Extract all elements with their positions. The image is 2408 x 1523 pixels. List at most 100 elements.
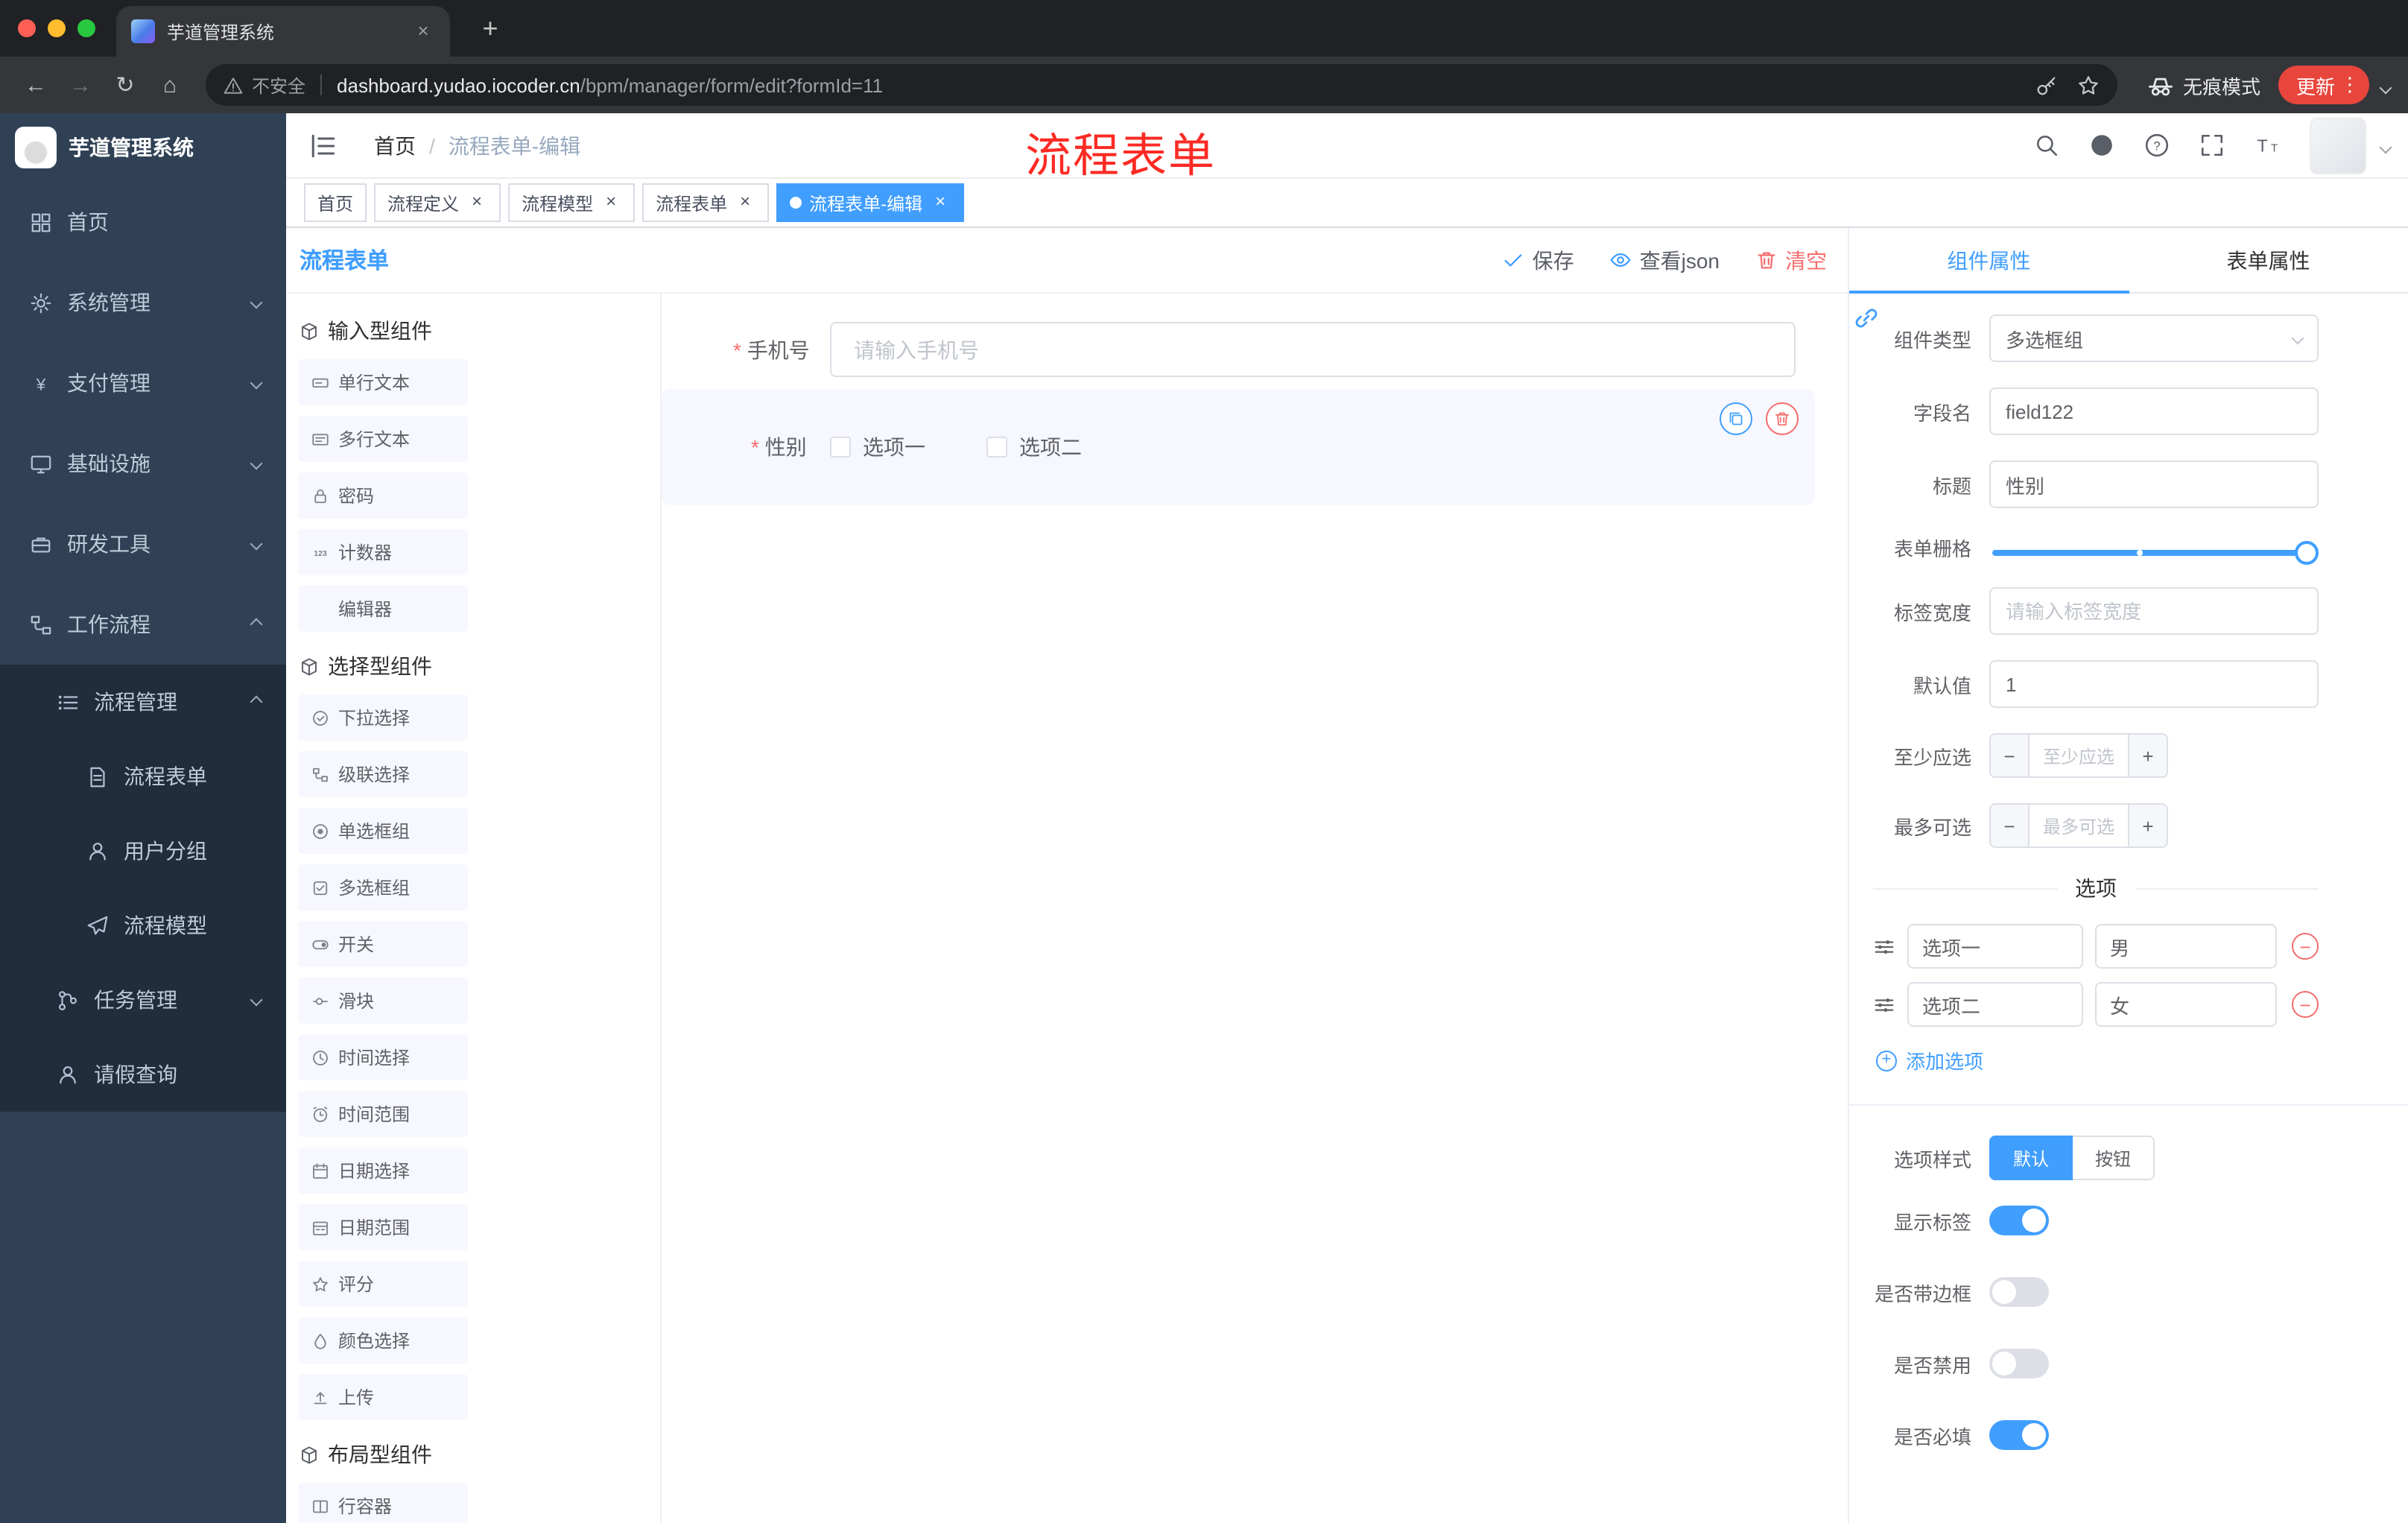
- sidebar-toggle-icon[interactable]: [308, 130, 338, 160]
- palette-item-time-picker[interactable]: 时间选择: [298, 1034, 468, 1080]
- palette-item-rate[interactable]: 评分: [298, 1261, 468, 1307]
- sidebar-item-leave-query[interactable]: 请假查询: [0, 1037, 286, 1112]
- sidebar-item-workflow[interactable]: 工作流程: [0, 584, 286, 665]
- stepper-plus-button[interactable]: +: [2128, 735, 2167, 776]
- user-avatar[interactable]: [2310, 117, 2366, 174]
- border-switch[interactable]: [1989, 1277, 2049, 1307]
- palette-item-switch[interactable]: 开关: [298, 921, 468, 967]
- gender-field-row-selected[interactable]: 性别 选项一 选项二: [662, 389, 1815, 505]
- label-width-input[interactable]: [1989, 587, 2319, 635]
- option-value-input[interactable]: [2095, 924, 2277, 969]
- sidebar-item-system[interactable]: 系统管理: [0, 262, 286, 343]
- sidebar-item-process-model[interactable]: 流程模型: [0, 888, 286, 963]
- style-default-button[interactable]: 默认: [1989, 1136, 2073, 1180]
- sidebar-item-process-form[interactable]: 流程表单: [0, 739, 286, 814]
- back-icon[interactable]: ←: [15, 64, 57, 106]
- github-icon[interactable]: [2089, 133, 2114, 158]
- tag-process-form[interactable]: 流程表单 ×: [642, 183, 770, 222]
- tag-process-model[interactable]: 流程模型 ×: [508, 183, 636, 222]
- browser-menu-dots-icon[interactable]: ⋮: [2336, 73, 2363, 97]
- tag-close-icon[interactable]: ×: [601, 191, 621, 213]
- home-icon[interactable]: ⌂: [149, 64, 191, 106]
- default-value-input[interactable]: [1989, 660, 2319, 708]
- stepper-minus-button[interactable]: −: [1991, 805, 2030, 846]
- form-grid-slider[interactable]: [1992, 540, 2319, 564]
- palette-item-single-line-text[interactable]: 单行文本: [298, 359, 468, 405]
- required-switch[interactable]: [1989, 1420, 2049, 1450]
- sidebar-item-home[interactable]: 首页: [0, 182, 286, 262]
- slider-handle[interactable]: [2295, 540, 2319, 564]
- remove-option-button[interactable]: −: [2292, 933, 2319, 960]
- gender-option-1[interactable]: 选项一: [830, 432, 925, 462]
- sidebar-logo[interactable]: 芋道管理系统: [0, 113, 286, 182]
- min-select-value[interactable]: 至少应选: [2030, 735, 2128, 776]
- palette-item-upload[interactable]: 上传: [298, 1374, 468, 1420]
- tab-close-icon[interactable]: ×: [411, 19, 435, 43]
- palette-item-date-range[interactable]: 日期范围: [298, 1204, 468, 1250]
- field-name-input[interactable]: [1989, 387, 2319, 435]
- disabled-switch[interactable]: [1989, 1349, 2049, 1378]
- tag-home[interactable]: 首页: [304, 183, 367, 222]
- palette-item-color-picker[interactable]: 颜色选择: [298, 1317, 468, 1364]
- tab-form-props[interactable]: 表单属性: [2129, 228, 2408, 292]
- browser-update-button[interactable]: 更新 ⋮: [2278, 66, 2369, 104]
- stepper-plus-button[interactable]: +: [2128, 805, 2167, 846]
- sidebar-item-process-management[interactable]: 流程管理: [0, 665, 286, 739]
- address-bar[interactable]: 不安全 dashboard.yudao.iocoder.cn/bpm/manag…: [206, 64, 2117, 106]
- palette-item-cascader[interactable]: 级联选择: [298, 751, 468, 797]
- option-value-input[interactable]: [2095, 982, 2277, 1027]
- save-button[interactable]: 保存: [1503, 245, 1574, 275]
- clear-button[interactable]: 清空: [1755, 245, 1827, 275]
- style-button-button[interactable]: 按钮: [2073, 1136, 2155, 1180]
- avatar-caret-icon[interactable]: [2379, 132, 2392, 159]
- drag-handle-icon[interactable]: [1873, 993, 1895, 1016]
- drag-handle-icon[interactable]: [1873, 935, 1895, 957]
- tab-component-props[interactable]: 组件属性: [1849, 228, 2129, 294]
- sidebar-item-task-management[interactable]: 任务管理: [0, 963, 286, 1037]
- tag-close-icon[interactable]: ×: [466, 191, 487, 213]
- password-key-icon[interactable]: [2035, 74, 2058, 96]
- checkbox-icon[interactable]: [986, 437, 1007, 457]
- reload-icon[interactable]: ↻: [104, 64, 146, 106]
- phone-field-input[interactable]: [830, 322, 1796, 377]
- security-chip[interactable]: 不安全: [224, 72, 305, 98]
- window-zoom-button[interactable]: [77, 19, 95, 37]
- add-option-button[interactable]: + 添加选项: [1876, 1046, 2319, 1074]
- tag-process-form-edit[interactable]: 流程表单-编辑 ×: [776, 183, 965, 222]
- palette-item-multi-line-text[interactable]: 多行文本: [298, 416, 468, 462]
- max-select-value[interactable]: 最多可选: [2030, 805, 2128, 846]
- palette-item-time-range[interactable]: 时间范围: [298, 1091, 468, 1137]
- font-size-icon[interactable]: [2255, 133, 2280, 158]
- tag-close-icon[interactable]: ×: [735, 191, 755, 213]
- option-label-input[interactable]: [1907, 982, 2083, 1027]
- tag-process-definition[interactable]: 流程定义 ×: [374, 183, 501, 222]
- sidebar-item-payment[interactable]: 支付管理: [0, 343, 286, 423]
- option-label-input[interactable]: [1907, 924, 2083, 969]
- palette-item-password[interactable]: 密码: [298, 472, 468, 519]
- palette-item-dropdown[interactable]: 下拉选择: [298, 694, 468, 741]
- link-icon[interactable]: [1852, 304, 1881, 332]
- palette-item-checkbox-group[interactable]: 多选框组: [298, 864, 468, 911]
- title-input[interactable]: [1989, 460, 2319, 508]
- fullscreen-icon[interactable]: [2199, 133, 2225, 158]
- forward-icon[interactable]: →: [60, 64, 101, 106]
- palette-item-radio-group[interactable]: 单选框组: [298, 808, 468, 854]
- sidebar-item-infrastructure[interactable]: 基础设施: [0, 423, 286, 504]
- palette-item-date-picker[interactable]: 日期选择: [298, 1147, 468, 1194]
- sidebar-item-dev-tools[interactable]: 研发工具: [0, 504, 286, 584]
- tag-close-icon[interactable]: ×: [930, 191, 951, 213]
- palette-item-counter[interactable]: 计数器: [298, 529, 468, 575]
- phone-field-row[interactable]: 手机号: [733, 322, 1796, 377]
- delete-component-button[interactable]: [1766, 402, 1799, 435]
- sidebar-item-user-group[interactable]: 用户分组: [0, 814, 286, 888]
- bookmark-star-icon[interactable]: [2077, 74, 2100, 96]
- help-icon[interactable]: [2144, 133, 2170, 158]
- view-json-button[interactable]: 查看json: [1610, 245, 1720, 275]
- checkbox-icon[interactable]: [830, 437, 851, 457]
- palette-item-editor[interactable]: 编辑器: [298, 586, 468, 632]
- palette-item-slider[interactable]: 滑块: [298, 978, 468, 1024]
- gender-option-2[interactable]: 选项二: [986, 432, 1082, 462]
- window-minimize-button[interactable]: [48, 19, 66, 37]
- palette-item-row-container[interactable]: 行容器: [298, 1483, 468, 1523]
- browser-tab[interactable]: 芋道管理系统 ×: [116, 6, 450, 57]
